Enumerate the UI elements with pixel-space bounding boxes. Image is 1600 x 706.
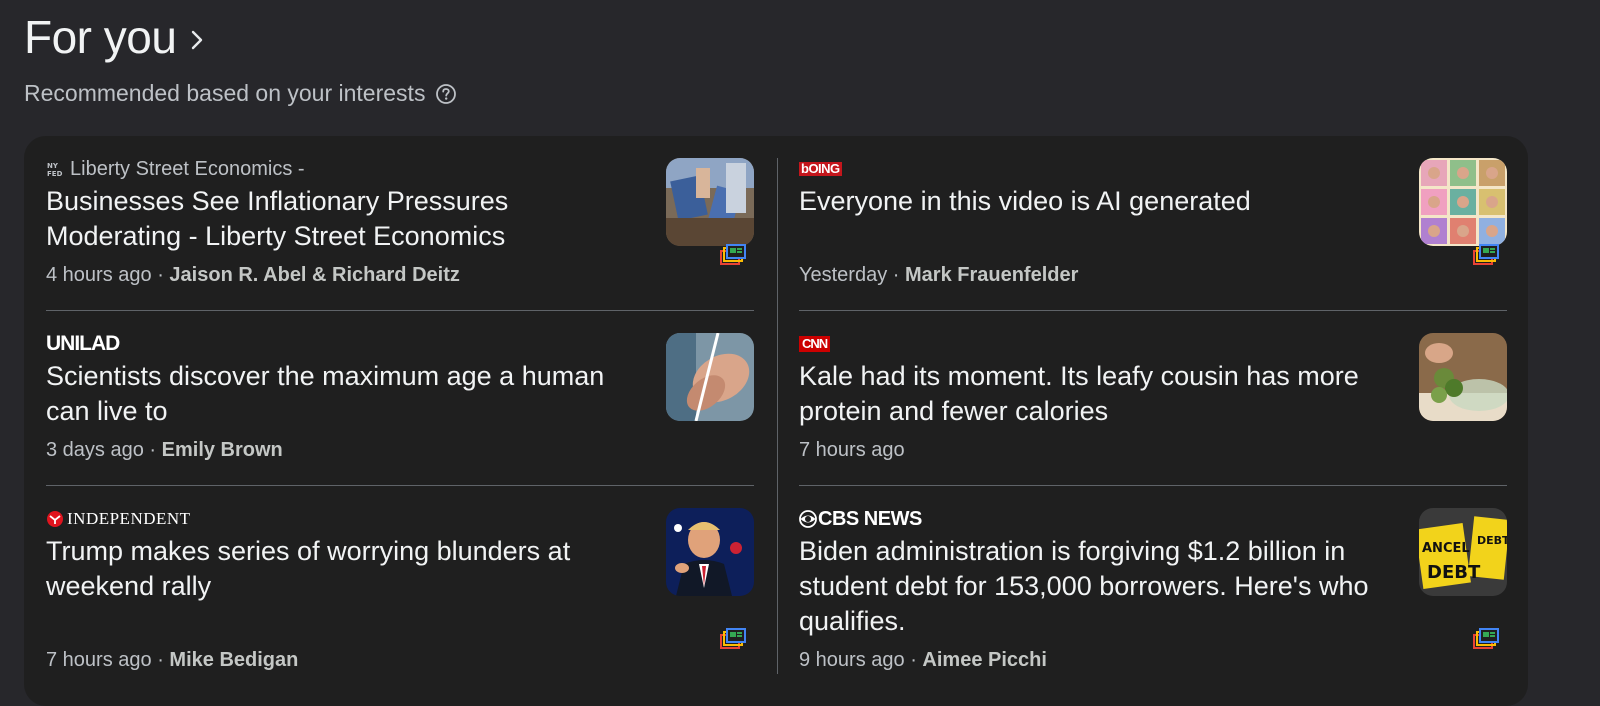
publisher-name: CNN: [799, 336, 831, 352]
story-headline[interactable]: Kale had its moment. Its leafy cousin ha…: [799, 359, 1389, 429]
full-coverage-icon[interactable]: [720, 244, 746, 266]
story-card[interactable]: bOING Everyone in this video is AI gener…: [799, 136, 1507, 311]
section-header: For you Recommended based on your intere…: [24, 8, 457, 107]
story-thumbnail[interactable]: [666, 158, 754, 246]
independent-eagle-icon: [47, 511, 63, 527]
story-time: 7 hours ago: [799, 439, 905, 461]
thumbnail-image: [1419, 333, 1507, 421]
thumbnail-image: [666, 158, 754, 246]
publisher-name: bOING: [799, 161, 842, 176]
publisher-name: CBS NEWS: [818, 507, 922, 530]
thumbnail-image: ANCEL DEBT DEBT: [1419, 508, 1507, 596]
publisher-name: UNILAD: [46, 332, 120, 355]
thumbnail-image: [1419, 158, 1507, 246]
section-title: For you: [24, 11, 177, 63]
story-author: Mark Frauenfelder: [905, 264, 1079, 286]
stories-card: NY FED Liberty Street Economics - Busine…: [24, 136, 1528, 706]
story-author: Jaison R. Abel & Richard Deitz: [169, 264, 460, 286]
story-thumbnail[interactable]: ANCEL DEBT DEBT: [1419, 508, 1507, 596]
story-time: 9 hours ago: [799, 649, 905, 671]
nyfed-logo-icon: NY FED: [46, 160, 64, 178]
story-time: 4 hours ago: [46, 264, 152, 286]
story-headline[interactable]: Scientists discover the maximum age a hu…: [46, 359, 636, 429]
thumbnail-image: [666, 508, 754, 596]
story-time: 3 days ago: [46, 439, 144, 461]
story-thumbnail[interactable]: [666, 508, 754, 596]
thumbnail-image: [666, 333, 754, 421]
publisher: NY FED Liberty Street Economics -: [46, 158, 305, 180]
publisher-name: Liberty Street Economics -: [70, 157, 305, 180]
publisher: bOING: [799, 158, 842, 180]
story-meta: 9 hours ago · Aimee Picchi: [799, 649, 1047, 671]
for-you-title-link[interactable]: For you: [24, 8, 457, 66]
story-meta: 3 days ago · Emily Brown: [46, 439, 283, 461]
story-headline[interactable]: Everyone in this video is AI generated: [799, 184, 1389, 219]
story-author: Mike Bedigan: [169, 649, 299, 671]
full-coverage-icon[interactable]: [720, 628, 746, 650]
story-thumbnail[interactable]: [666, 333, 754, 421]
story-meta: 7 hours ago: [799, 439, 905, 462]
story-card[interactable]: UNILAD Scientists discover the maximum a…: [46, 311, 754, 486]
help-circle-icon[interactable]: [435, 83, 457, 105]
full-coverage-icon[interactable]: [1473, 628, 1499, 650]
story-headline[interactable]: Biden administration is forgiving $1.2 b…: [799, 534, 1389, 639]
story-card[interactable]: CBS NEWS Biden administration is forgivi…: [799, 486, 1507, 671]
publisher: CNN: [799, 333, 831, 355]
column-divider: [777, 158, 778, 674]
story-author: Aimee Picchi: [922, 649, 1047, 671]
story-meta: 7 hours ago · Mike Bedigan: [46, 649, 299, 671]
svg-text:DEBT: DEBT: [1427, 562, 1481, 583]
story-thumbnail[interactable]: [1419, 158, 1507, 246]
story-meta: 4 hours ago · Jaison R. Abel & Richard D…: [46, 264, 460, 286]
publisher: INDEPENDENT: [46, 508, 191, 530]
chevron-right-icon[interactable]: [190, 29, 204, 51]
publisher: UNILAD: [46, 332, 120, 355]
story-card[interactable]: INDEPENDENT Trump makes series of worryi…: [46, 486, 754, 671]
publisher-name: INDEPENDENT: [67, 509, 191, 528]
cbs-eye-icon: [799, 510, 817, 528]
svg-text:NY: NY: [47, 162, 59, 170]
story-time: Yesterday: [799, 264, 888, 286]
story-time: 7 hours ago: [46, 649, 152, 671]
story-headline[interactable]: Trump makes series of worrying blunders …: [46, 534, 636, 604]
svg-text:FED: FED: [47, 170, 63, 178]
story-thumbnail[interactable]: [1419, 333, 1507, 421]
publisher: CBS NEWS: [799, 508, 922, 530]
story-card[interactable]: NY FED Liberty Street Economics - Busine…: [46, 136, 754, 311]
svg-text:ANCEL: ANCEL: [1422, 541, 1470, 556]
story-card[interactable]: CNN Kale had its moment. Its leafy cousi…: [799, 311, 1507, 486]
full-coverage-icon[interactable]: [1473, 244, 1499, 266]
story-meta: Yesterday · Mark Frauenfelder: [799, 264, 1079, 286]
story-author: Emily Brown: [161, 439, 283, 461]
story-headline[interactable]: Businesses See Inflationary Pressures Mo…: [46, 184, 636, 254]
section-subtitle: Recommended based on your interests: [24, 80, 426, 106]
svg-text:DEBT: DEBT: [1477, 534, 1507, 547]
